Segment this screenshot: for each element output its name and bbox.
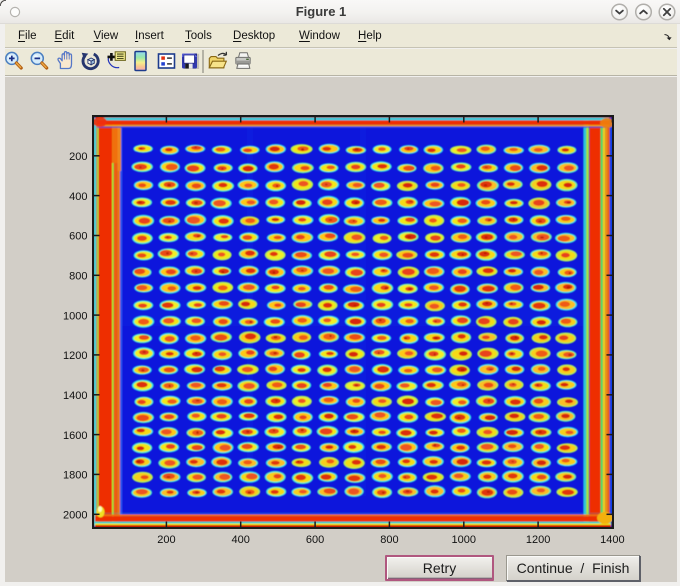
svg-text:1800: 1800: [63, 470, 87, 482]
svg-text:400: 400: [69, 191, 87, 203]
svg-text:400: 400: [232, 534, 250, 546]
svg-text:200: 200: [157, 534, 175, 546]
svg-text:200: 200: [69, 151, 87, 163]
svg-text:1000: 1000: [63, 310, 87, 322]
svg-text:1000: 1000: [452, 534, 476, 546]
svg-text:600: 600: [69, 231, 87, 243]
svg-text:1200: 1200: [526, 534, 550, 546]
svg-text:1600: 1600: [63, 430, 87, 442]
svg-text:2000: 2000: [63, 510, 87, 522]
svg-text:800: 800: [380, 534, 398, 546]
svg-text:1400: 1400: [63, 390, 87, 402]
svg-text:600: 600: [306, 534, 324, 546]
svg-text:1200: 1200: [63, 350, 87, 362]
svg-text:1400: 1400: [600, 534, 624, 546]
svg-text:800: 800: [69, 271, 87, 283]
